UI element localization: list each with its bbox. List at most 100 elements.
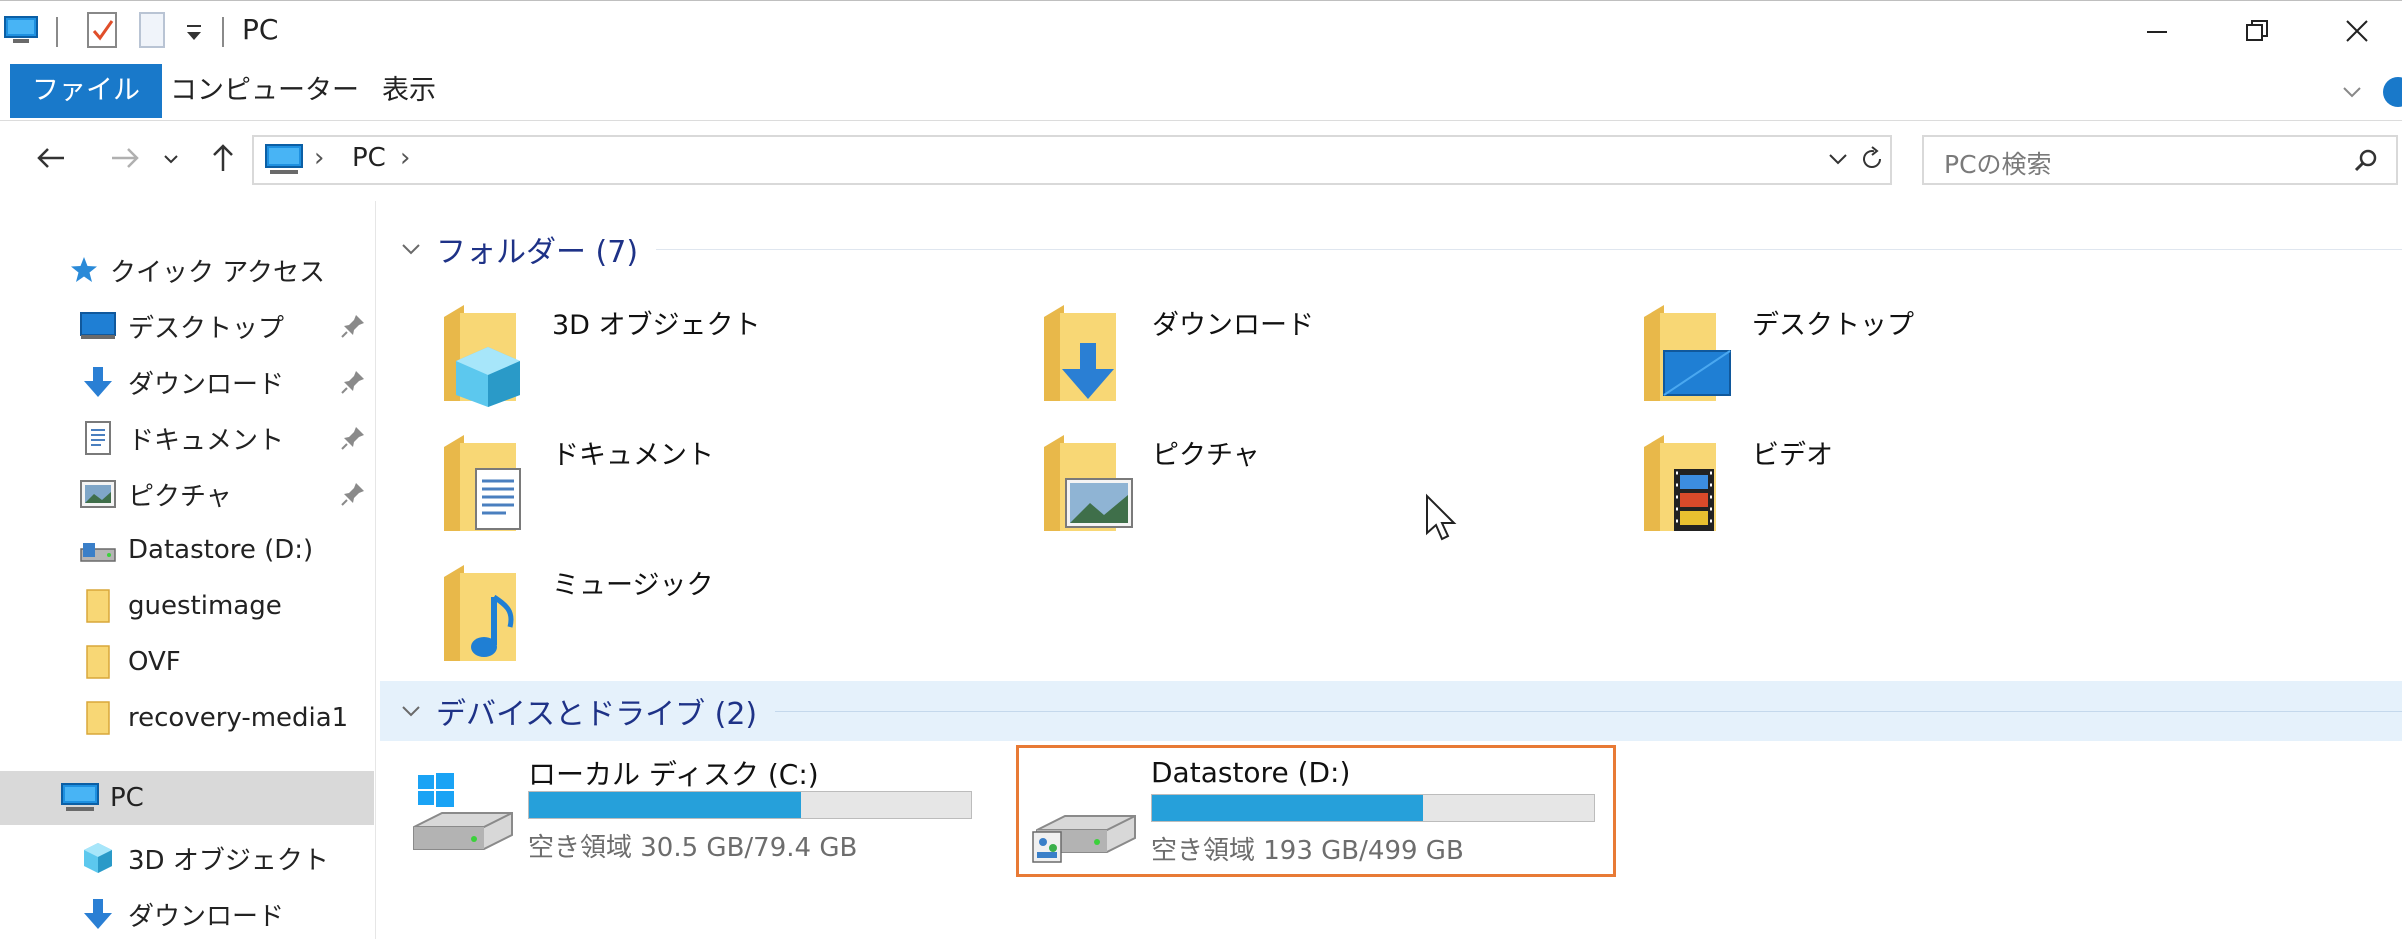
navigation-pane: クイック アクセス デスクトップ ダウンロード ドキュメント ピクチャ Data <box>0 201 376 939</box>
picture-folder-icon <box>1040 429 1136 537</box>
nav-label: guestimage <box>128 591 282 621</box>
minimize-button[interactable] <box>2112 7 2202 59</box>
nav-pc-downloads[interactable]: ダウンロード <box>0 887 374 941</box>
forward-button[interactable] <box>102 137 148 183</box>
search-icon[interactable] <box>2352 147 2380 175</box>
mouse-cursor-icon <box>1424 493 1458 543</box>
nav-label: デスクトップ <box>128 313 285 344</box>
search-input[interactable]: PCの検索 <box>1944 145 2052 181</box>
up-arrow-icon <box>210 143 236 177</box>
folder-icon <box>78 698 118 738</box>
pin-icon[interactable] <box>338 479 368 509</box>
pc-icon <box>60 778 100 818</box>
pin-icon[interactable] <box>338 367 368 397</box>
folder-tile-desktop[interactable]: デスクトップ <box>1580 293 2140 415</box>
folder-tile-3d-objects[interactable]: 3D オブジェクト <box>380 293 940 415</box>
refresh-icon[interactable] <box>1858 145 1886 173</box>
back-arrow-icon <box>36 146 66 174</box>
nav-pictures[interactable]: ピクチャ <box>0 467 374 521</box>
content-area: フォルダー (7) 3D オブジェクト ダウンロード デスクトップ ドキュメント… <box>380 201 2402 939</box>
nav-label: ダウンロード <box>128 901 285 932</box>
folder-tile-videos[interactable]: ビデオ <box>1580 423 2140 545</box>
download-icon <box>78 894 118 934</box>
nav-documents[interactable]: ドキュメント <box>0 411 374 465</box>
chevron-down-icon <box>394 232 428 266</box>
nav-downloads[interactable]: ダウンロード <box>0 355 374 409</box>
group-header-drives[interactable]: デバイスとドライブ (2) <box>380 681 2402 741</box>
chevron-down-icon <box>162 151 180 170</box>
address-bar[interactable]: › PC › <box>252 135 1892 185</box>
up-button[interactable] <box>200 137 246 183</box>
drive-name: Datastore (D:) <box>1151 756 1351 789</box>
nav-label: Datastore (D:) <box>128 535 314 565</box>
drive-usage-fill <box>1152 795 1423 821</box>
nav-guestimage[interactable]: guestimage <box>0 579 374 633</box>
nav-quick-access[interactable]: クイック アクセス <box>0 243 374 297</box>
download-folder-icon <box>1040 299 1136 407</box>
drive-tile-c[interactable]: ローカル ディスク (C:) 空き領域 30.5 GB/79.4 GB <box>396 745 996 877</box>
nav-label: recovery-media1 <box>128 703 349 733</box>
3d-objects-icon <box>78 838 118 878</box>
picture-icon <box>78 474 118 514</box>
nav-recovery-media1[interactable]: recovery-media1 <box>0 691 374 745</box>
recent-locations-button[interactable] <box>156 137 186 183</box>
help-icon[interactable] <box>2382 76 2402 108</box>
pin-icon[interactable] <box>338 311 368 341</box>
breadcrumb-separator[interactable]: › <box>400 143 410 173</box>
folder-label: ビデオ <box>1752 440 1833 471</box>
nav-pc[interactable]: PC <box>0 771 374 825</box>
tab-file[interactable]: ファイル <box>10 64 162 118</box>
pc-app-icon[interactable] <box>4 15 38 45</box>
customize-toolbar-icon[interactable] <box>184 21 204 45</box>
drive-tile-d[interactable]: Datastore (D:) 空き領域 193 GB/499 GB <box>1016 745 1616 877</box>
back-button[interactable] <box>28 137 74 183</box>
nav-label: ピクチャ <box>128 481 232 512</box>
address-row: › PC › PCの検索 <box>0 121 2402 201</box>
folder-label: ドキュメント <box>552 440 714 471</box>
chevron-down-icon <box>394 694 428 728</box>
properties-icon[interactable] <box>86 11 120 49</box>
nav-datastore-d[interactable]: Datastore (D:) <box>0 523 374 577</box>
drive-usage-fill <box>529 792 802 818</box>
3d-objects-folder-icon <box>440 299 536 407</box>
nav-ovf[interactable]: OVF <box>0 635 374 689</box>
nav-pc-3d-objects[interactable]: 3D オブジェクト <box>0 831 374 885</box>
window-title: PC <box>242 13 279 46</box>
windows-drive-icon <box>408 769 518 865</box>
group-title: デバイスとドライブ (2) <box>436 697 758 732</box>
download-icon <box>78 362 118 402</box>
tab-view[interactable]: 表示 <box>360 64 458 118</box>
group-divider <box>775 710 2402 712</box>
folder-label: デスクトップ <box>1752 310 1914 341</box>
nav-label: 3D オブジェクト <box>128 845 329 876</box>
drive-free-space: 空き領域 193 GB/499 GB <box>1151 836 1464 866</box>
folder-tile-documents[interactable]: ドキュメント <box>380 423 940 545</box>
drive-usage-bar <box>528 791 972 819</box>
minimize-icon <box>2145 19 2169 47</box>
new-folder-icon[interactable] <box>138 11 168 49</box>
tab-computer[interactable]: コンピューター <box>148 64 381 118</box>
star-icon <box>66 250 102 290</box>
address-history-dropdown[interactable] <box>1826 147 1850 171</box>
folder-tile-downloads[interactable]: ダウンロード <box>980 293 1540 415</box>
breadcrumb-pc[interactable]: PC <box>352 143 386 173</box>
desktop-icon <box>78 306 118 346</box>
pin-icon[interactable] <box>338 423 368 453</box>
group-title: フォルダー (7) <box>436 235 639 270</box>
forward-arrow-icon <box>110 146 140 174</box>
folder-label: 3D オブジェクト <box>552 310 761 341</box>
nav-desktop[interactable]: デスクトップ <box>0 299 374 353</box>
folder-tile-music[interactable]: ミュージック <box>380 553 940 675</box>
expand-ribbon-icon[interactable] <box>2340 80 2364 104</box>
document-icon <box>78 418 118 458</box>
search-box[interactable]: PCの検索 <box>1922 135 2398 185</box>
nav-label: OVF <box>128 647 181 677</box>
group-divider <box>656 248 2402 250</box>
breadcrumb-separator[interactable]: › <box>314 143 324 173</box>
close-button[interactable] <box>2312 7 2402 59</box>
title-bar: PC <box>0 0 2402 63</box>
folder-icon <box>78 586 118 626</box>
group-header-folders[interactable]: フォルダー (7) <box>380 219 2402 279</box>
toolbar-separator <box>56 17 58 47</box>
restore-button[interactable] <box>2212 7 2302 59</box>
